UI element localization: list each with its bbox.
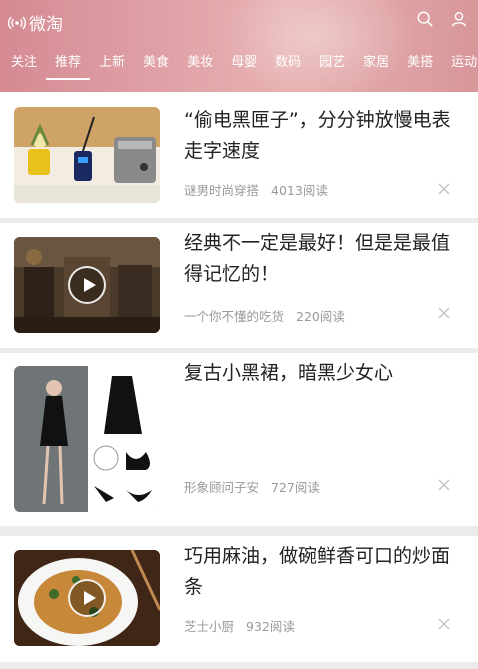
tab-9[interactable]: 美搭 [398,51,442,70]
article-title[interactable]: 复古小黑裙，暗黑少女心 [184,358,466,389]
article-author[interactable]: 谜男时尚穿搭 [184,183,259,198]
outlet-device-image [14,107,160,203]
tab-4[interactable]: 美妆 [178,51,222,70]
article-meta: 谜男时尚穿搭 4013阅读 [184,180,328,199]
article-author[interactable]: 一个你不懂的吃货 [184,309,284,324]
article-thumbnail[interactable] [14,107,160,203]
header: 微淘 关注 推荐 上新 美食 美妆 母婴 数码 园艺 家居 美搭 运动 [0,0,478,92]
article-meta: 形象顾问子安 727阅读 [184,477,320,496]
radio-waves-icon [8,16,26,29]
tab-10[interactable]: 运动 [442,51,478,70]
app-title: 微淘 [29,15,63,35]
tab-2[interactable]: 上新 [90,51,134,70]
play-icon[interactable] [68,266,106,304]
tab-6[interactable]: 数码 [266,51,310,70]
app-brand[interactable]: 微淘 [8,10,63,35]
article-reads: 932阅读 [246,619,295,634]
top-bar: 微淘 [0,0,478,44]
tab-0[interactable]: 关注 [0,51,46,70]
article-card[interactable]: 复古小黑裙，暗黑少女心 形象顾问子安 727阅读 [0,353,478,526]
article-reads: 727阅读 [271,480,320,495]
article-title[interactable]: 经典不一定是最好！但是是最值得记忆的！ [184,228,466,290]
article-title[interactable]: 巧用麻油，做碗鲜香可口的炒面条 [184,541,466,603]
article-card[interactable]: 经典不一定是最好！但是是最值得记忆的！ 一个你不懂的吃货 220阅读 [0,223,478,348]
play-icon[interactable] [68,579,106,617]
close-icon[interactable] [438,618,450,630]
article-card[interactable]: 巧用麻油，做碗鲜香可口的炒面条 芝士小厨 932阅读 [0,536,478,662]
close-icon[interactable] [438,479,450,491]
article-title[interactable]: “偷电黑匣子”，分分钟放慢电表走字速度 [184,105,466,167]
article-author[interactable]: 芝士小厨 [184,619,234,634]
tab-7[interactable]: 园艺 [310,51,354,70]
article-author[interactable]: 形象顾问子安 [184,480,259,495]
user-icon[interactable] [450,10,468,28]
tab-8[interactable]: 家居 [354,51,398,70]
tab-5[interactable]: 母婴 [222,51,266,70]
article-meta: 一个你不懂的吃货 220阅读 [184,306,345,325]
article-thumbnail[interactable] [14,237,160,333]
close-icon[interactable] [438,183,450,195]
article-thumbnail[interactable] [14,366,160,512]
tab-1[interactable]: 推荐 [46,51,91,80]
article-reads: 4013阅读 [271,183,328,198]
article-reads: 220阅读 [296,309,345,324]
article-thumbnail[interactable] [14,550,160,646]
category-tabs: 关注 推荐 上新 美食 美妆 母婴 数码 园艺 家居 美搭 运动 [0,44,478,80]
article-card[interactable]: “偷电黑匣子”，分分钟放慢电表走字速度 谜男时尚穿搭 4013阅读 [0,92,478,218]
search-icon[interactable] [416,10,434,28]
black-dress-image [14,366,160,512]
tab-3[interactable]: 美食 [134,51,178,70]
article-meta: 芝士小厨 932阅读 [184,616,295,635]
close-icon[interactable] [438,307,450,319]
